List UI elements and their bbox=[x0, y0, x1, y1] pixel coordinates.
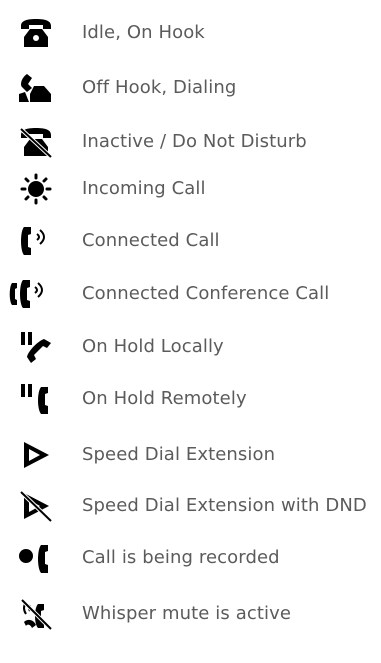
phone-status-legend: Idle, On Hook Off Hook, Dialing Inactive… bbox=[0, 0, 381, 663]
legend-item-incoming: Incoming Call bbox=[0, 165, 381, 213]
conference-call-icon bbox=[8, 278, 52, 310]
legend-label: Speed Dial Extension with DND bbox=[82, 495, 367, 516]
legend-item-hold-local: On Hold Locally bbox=[0, 323, 381, 371]
legend-item-speed-dial-dnd: Speed Dial Extension with DND bbox=[0, 482, 381, 530]
phone-dnd-icon bbox=[18, 126, 54, 158]
legend-item-off-hook: Off Hook, Dialing bbox=[0, 64, 381, 112]
legend-item-conference: Connected Conference Call bbox=[0, 270, 381, 318]
legend-item-connected: Connected Call bbox=[0, 217, 381, 265]
legend-label: Idle, On Hook bbox=[82, 22, 205, 43]
legend-label: Speed Dial Extension bbox=[82, 444, 276, 465]
legend-item-recording: Call is being recorded bbox=[0, 534, 381, 582]
connected-call-icon bbox=[18, 225, 54, 257]
hold-local-icon bbox=[18, 331, 54, 363]
legend-label: Incoming Call bbox=[82, 178, 206, 199]
phone-off-hook-icon bbox=[18, 72, 54, 104]
legend-label: Inactive / Do Not Disturb bbox=[82, 131, 307, 152]
recording-icon bbox=[18, 542, 54, 574]
legend-label: On Hold Remotely bbox=[82, 388, 247, 409]
legend-item-hold-remote: On Hold Remotely bbox=[0, 375, 381, 423]
speed-dial-icon bbox=[18, 439, 54, 471]
hold-remote-icon bbox=[18, 383, 54, 415]
speed-dial-dnd-icon bbox=[18, 490, 54, 522]
legend-item-idle: Idle, On Hook bbox=[0, 9, 381, 57]
legend-label: Connected Call bbox=[82, 230, 220, 251]
whisper-mute-icon bbox=[18, 598, 54, 630]
legend-label: Call is being recorded bbox=[82, 547, 280, 568]
incoming-call-icon bbox=[18, 173, 54, 205]
legend-label: On Hold Locally bbox=[82, 336, 224, 357]
legend-item-speed-dial: Speed Dial Extension bbox=[0, 431, 381, 479]
legend-item-whisper-mute: Whisper mute is active bbox=[0, 590, 381, 638]
legend-label: Connected Conference Call bbox=[82, 283, 330, 304]
legend-label: Whisper mute is active bbox=[82, 603, 292, 624]
legend-item-dnd: Inactive / Do Not Disturb bbox=[0, 118, 381, 166]
legend-label: Off Hook, Dialing bbox=[82, 77, 237, 98]
phone-on-hook-icon bbox=[18, 17, 54, 49]
